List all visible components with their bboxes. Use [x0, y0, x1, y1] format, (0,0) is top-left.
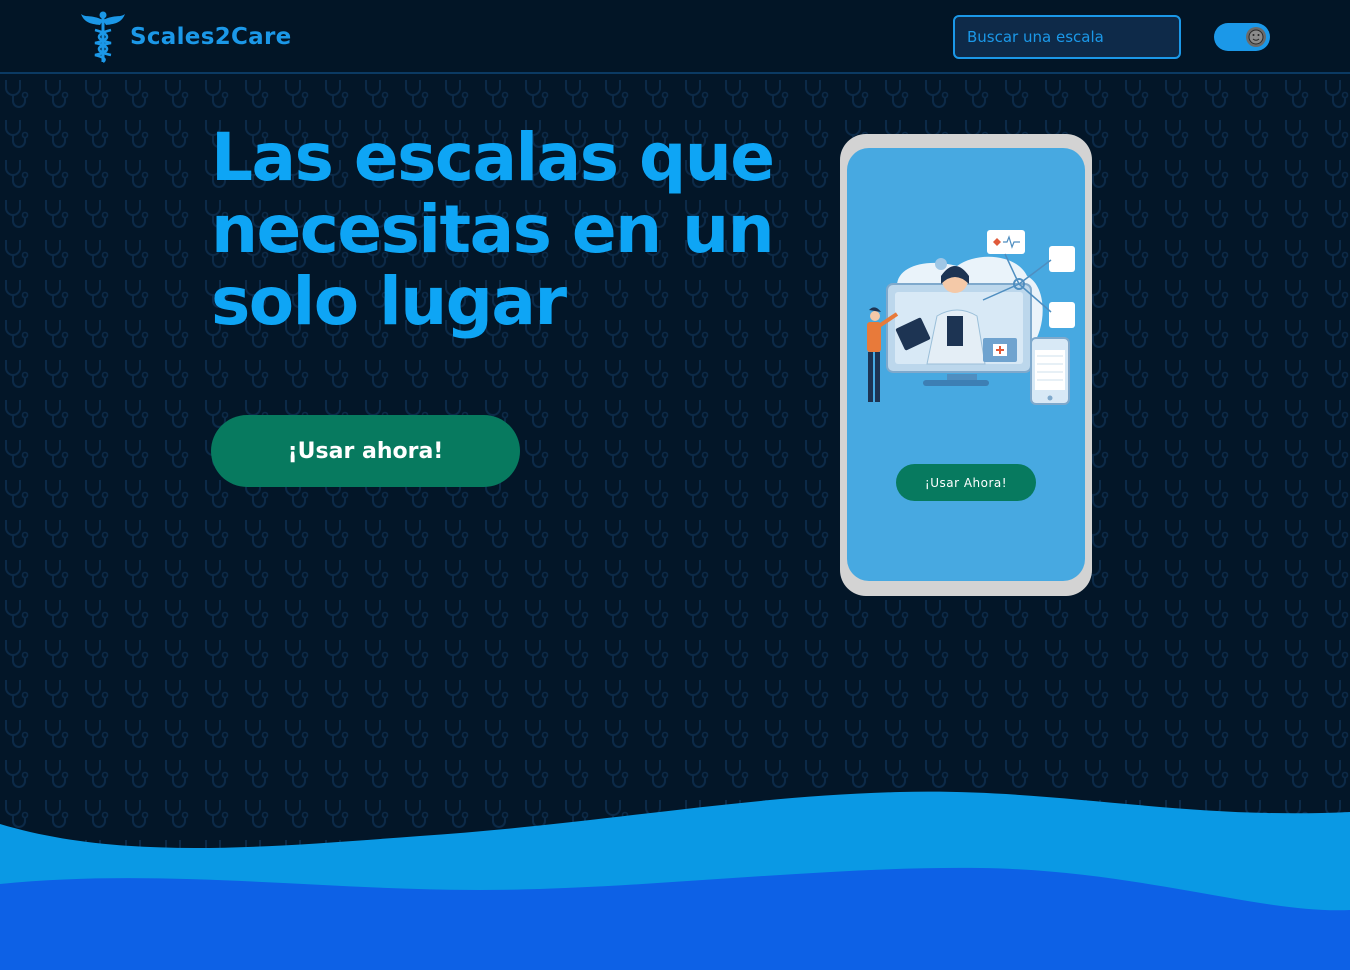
footer-waves — [0, 791, 1350, 970]
moon-face-icon — [1246, 27, 1266, 47]
brand-logo[interactable]: Scales2Care — [80, 10, 292, 64]
top-navbar: Scales2Care — [0, 0, 1350, 74]
phone-screen: ¡Usar Ahora! — [847, 148, 1085, 581]
phone-mockup: ¡Usar Ahora! — [840, 134, 1092, 596]
brand-name: Scales2Care — [130, 24, 292, 50]
telemedicine-doctor-illustration — [867, 230, 1075, 405]
caduceus-icon — [81, 11, 125, 64]
use-now-button[interactable]: ¡Usar ahora! — [211, 415, 520, 487]
hero-headline: Las escalas que necesitas en un solo lug… — [211, 119, 775, 340]
search-input[interactable] — [953, 15, 1181, 59]
theme-toggle[interactable] — [1214, 23, 1270, 51]
phone-use-now-button[interactable]: ¡Usar Ahora! — [896, 464, 1036, 501]
